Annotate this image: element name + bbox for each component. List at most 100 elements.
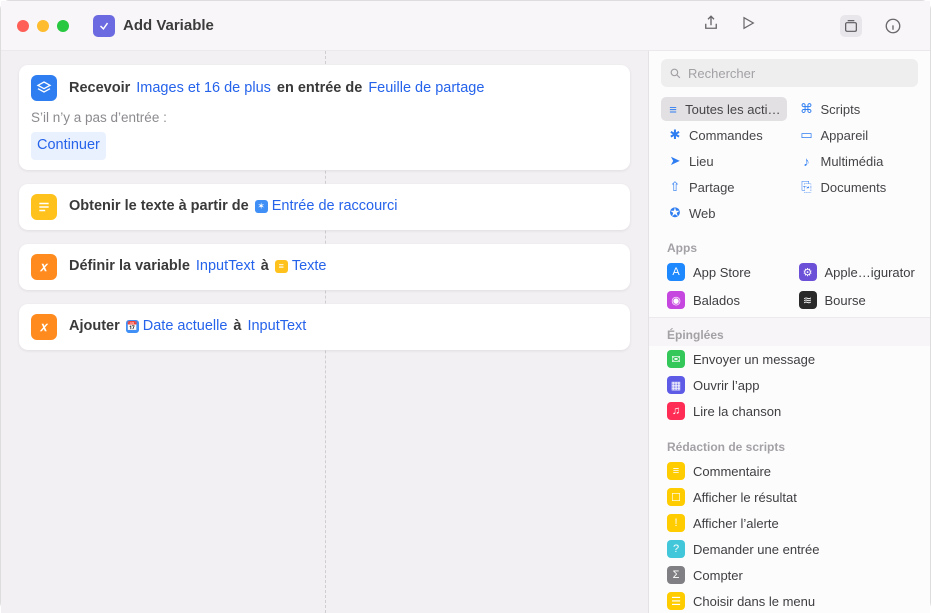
- category-icon: ▭: [799, 127, 815, 143]
- category-item[interactable]: ✱Commandes: [661, 123, 787, 147]
- category-icon: ⌘: [799, 101, 815, 117]
- pinned-list: ✉Envoyer un message ▦ Ouvrir l’app ♫ Lire la…: [649, 346, 930, 430]
- app-item[interactable]: ◉ Balados: [661, 287, 787, 313]
- category-item[interactable]: ✪ Web: [661, 201, 787, 225]
- app-item[interactable]: ⚙ Apple…igurator: [793, 259, 919, 285]
- pinned-action[interactable]: ♫ Lire la chanson: [661, 398, 918, 424]
- minimize-button[interactable]: [37, 20, 49, 32]
- section-scripting: Rédaction de scripts: [649, 430, 930, 458]
- script-action[interactable]: ≡Commentaire: [661, 458, 918, 484]
- section-apps: Apps: [649, 231, 930, 259]
- value-token[interactable]: 📅 Date actuelle: [124, 314, 230, 339]
- action-label: Compter: [693, 568, 743, 583]
- script-action[interactable]: Σ Compter: [661, 562, 918, 588]
- titlebar: Add Variable: [1, 1, 930, 51]
- search-input[interactable]: Rechercher: [661, 59, 918, 87]
- shortcut-input-token[interactable]: ✶ Entrée de raccourci: [253, 194, 400, 219]
- text-icon: [31, 194, 57, 220]
- action-verb: Définir la variable: [69, 254, 190, 279]
- action-get-text[interactable]: Obtenir le texte à partir de ✶ Entrée de…: [19, 184, 630, 230]
- category-icon: ✪: [667, 205, 683, 221]
- action-to: à: [233, 314, 241, 339]
- library-icon[interactable]: [840, 15, 862, 37]
- action-to: à: [261, 254, 269, 279]
- share-icon[interactable]: [702, 14, 720, 37]
- category-item[interactable]: ⎘ Documents: [793, 175, 919, 199]
- action-icon: ?: [667, 540, 685, 558]
- action-receive-input[interactable]: Recevoir Images et 16 de plus en entrée …: [19, 65, 630, 170]
- app-icon: ◉: [667, 291, 685, 309]
- app-label: Apple…igurator: [825, 265, 915, 280]
- variable-name-token[interactable]: InputText: [245, 314, 308, 339]
- script-action[interactable]: ? Demander une entrée: [661, 536, 918, 562]
- action-icon: Σ: [667, 566, 685, 584]
- action-verb: Recevoir: [69, 76, 130, 101]
- variable-name-token[interactable]: InputText: [194, 254, 257, 279]
- action-add-to-variable[interactable]: 𝑥 Ajouter 📅 Date actuelle à InputText: [19, 304, 630, 350]
- category-label: Appareil: [821, 128, 869, 143]
- close-button[interactable]: [17, 20, 29, 32]
- apps-grid: A App Store ⚙ Apple…igurator ◉ Balados ≋Bourse: [649, 259, 930, 317]
- category-icon: ≡: [667, 102, 679, 117]
- run-icon[interactable]: [740, 15, 756, 36]
- category-label: Multimédia: [821, 154, 884, 169]
- category-label: Lieu: [689, 154, 714, 169]
- category-label: Toutes les acti…: [685, 102, 780, 117]
- category-item[interactable]: ♪Multimédia: [793, 149, 919, 173]
- script-action[interactable]: ☰ Choisir dans le menu: [661, 588, 918, 613]
- action-label: Lire la chanson: [693, 404, 781, 419]
- input-icon: [31, 75, 57, 101]
- pinned-action[interactable]: ✉Envoyer un message: [661, 346, 918, 372]
- action-label: Ouvrir l’app: [693, 378, 759, 393]
- action-icon: ♫: [667, 402, 685, 420]
- category-item[interactable]: ▭ Appareil: [793, 123, 919, 147]
- action-label: Afficher l’alerte: [693, 516, 779, 531]
- search-placeholder: Rechercher: [688, 66, 755, 81]
- action-icon: !: [667, 514, 685, 532]
- action-icon: ☐: [667, 488, 685, 506]
- app-icon: ≋: [799, 291, 817, 309]
- app-label: App Store: [693, 265, 751, 280]
- input-types-token[interactable]: Images et 16 de plus: [134, 76, 273, 101]
- variable-icon: 𝑥: [31, 314, 57, 340]
- script-action[interactable]: ! Afficher l’alerte: [661, 510, 918, 536]
- category-item[interactable]: ⌘ Scripts: [793, 97, 919, 121]
- app-label: Balados: [693, 293, 740, 308]
- magic-var-icon: ✶: [255, 200, 268, 213]
- workflow-canvas[interactable]: Recevoir Images et 16 de plus en entrée …: [1, 51, 648, 613]
- category-item[interactable]: ≡ Toutes les acti…: [661, 97, 787, 121]
- category-label: Partage: [689, 180, 735, 195]
- category-item[interactable]: ➤ Lieu: [661, 149, 787, 173]
- action-label: Commentaire: [693, 464, 771, 479]
- action-icon: ✉: [667, 350, 685, 368]
- app-item[interactable]: A App Store: [661, 259, 787, 285]
- action-label: Demander une entrée: [693, 542, 819, 557]
- search-icon: [669, 67, 682, 80]
- app-icon: A: [667, 263, 685, 281]
- scripts-list: ≡Commentaire☐Afficher le résultat! Affich…: [649, 458, 930, 613]
- variable-value-token[interactable]: ≡ Texte: [273, 254, 329, 279]
- script-action[interactable]: ☐Afficher le résultat: [661, 484, 918, 510]
- date-var-icon: 📅: [126, 320, 139, 333]
- action-label: Choisir dans le menu: [693, 594, 815, 609]
- no-input-action-token[interactable]: Continuer: [31, 132, 106, 160]
- category-label: Web: [689, 206, 716, 221]
- action-set-variable[interactable]: 𝑥 Définir la variable InputText à ≡ Text…: [19, 244, 630, 290]
- maximize-button[interactable]: [57, 20, 69, 32]
- pinned-action[interactable]: ▦ Ouvrir l’app: [661, 372, 918, 398]
- category-label: Documents: [821, 180, 887, 195]
- app-item[interactable]: ≋Bourse: [793, 287, 919, 313]
- window-title: Add Variable: [123, 17, 214, 34]
- category-icon: ⎘: [799, 179, 815, 195]
- window-controls: [17, 20, 69, 32]
- info-icon[interactable]: [882, 15, 904, 37]
- category-icon: ➤: [667, 153, 683, 169]
- shortcut-app-icon: [93, 15, 115, 37]
- action-icon: ☰: [667, 592, 685, 610]
- category-item[interactable]: ⇧Partage: [661, 175, 787, 199]
- category-icon: ✱: [667, 127, 683, 143]
- app-icon: ⚙: [799, 263, 817, 281]
- category-label: Scripts: [821, 102, 861, 117]
- input-source-token[interactable]: Feuille de partage: [366, 76, 486, 101]
- action-icon: ▦: [667, 376, 685, 394]
